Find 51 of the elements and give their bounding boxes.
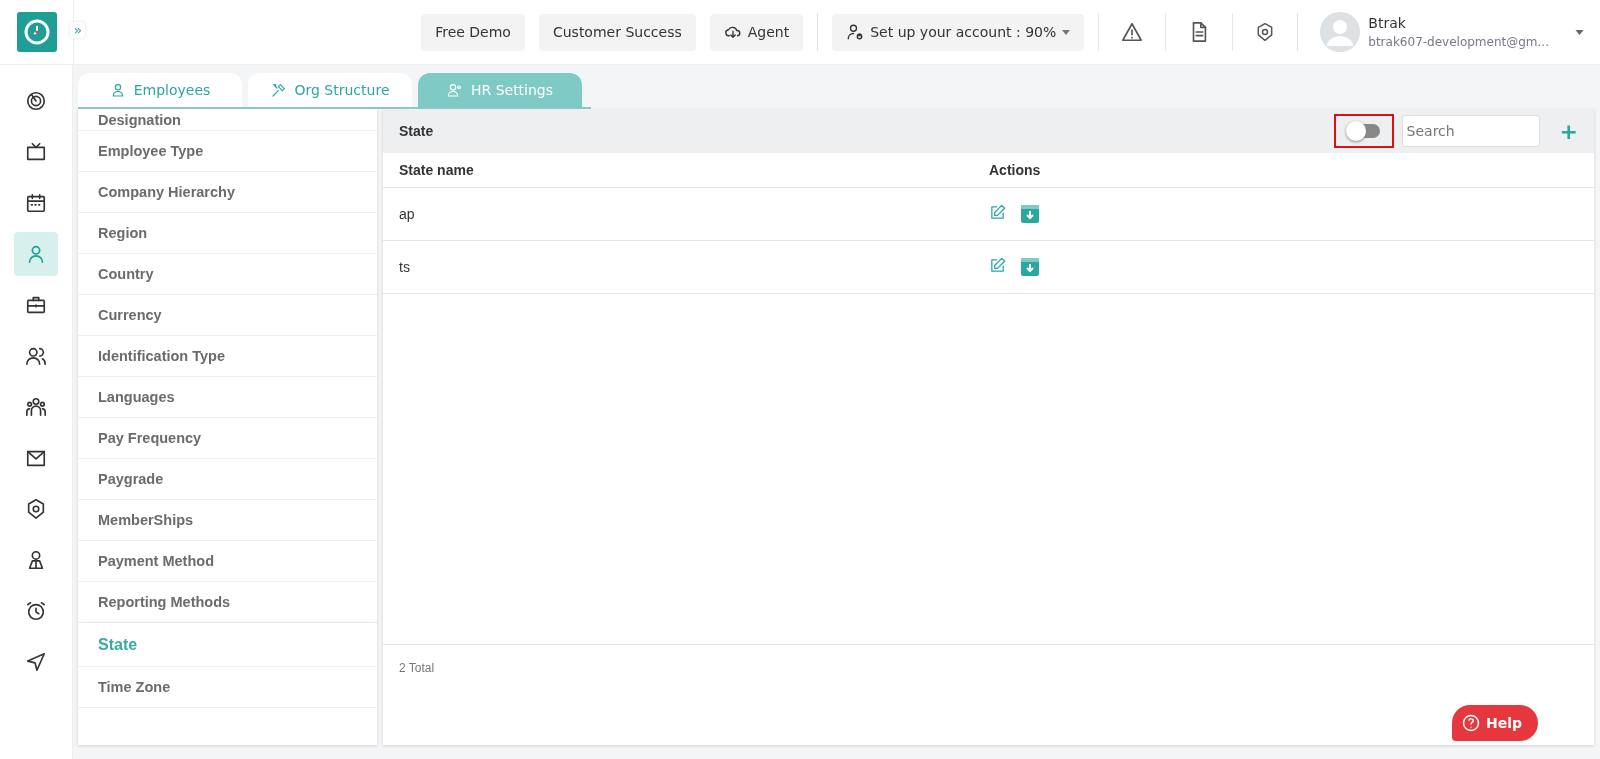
settings-item[interactable]: Designation xyxy=(78,109,377,131)
archive-icon[interactable] xyxy=(1020,257,1040,277)
user-name: Btrak xyxy=(1368,15,1407,31)
settings-item[interactable]: Reporting Methods xyxy=(78,582,377,623)
settings-item[interactable]: Employee Type xyxy=(78,131,377,172)
caret-icon[interactable] xyxy=(1575,29,1584,35)
settings-item[interactable]: Currency xyxy=(78,295,377,336)
column-header: Actions xyxy=(989,162,1041,178)
alarm-icon xyxy=(25,600,47,622)
target-icon xyxy=(25,90,47,112)
panel-title: State xyxy=(399,123,435,139)
caret-icon xyxy=(1062,29,1071,35)
header-button[interactable]: Set up your account : 90% xyxy=(832,13,1085,51)
team-icon xyxy=(25,396,47,418)
calendar-icon xyxy=(25,192,47,214)
expand-toggle[interactable]: » xyxy=(70,22,85,38)
briefcase-icon xyxy=(25,294,47,316)
tools-icon xyxy=(270,82,287,98)
users-icon xyxy=(25,345,47,367)
settings-item[interactable]: MemberShips xyxy=(78,500,377,541)
settings-item[interactable]: Country xyxy=(78,254,377,295)
tab[interactable]: Org Structure xyxy=(248,73,412,107)
archive-icon[interactable] xyxy=(1020,204,1040,224)
settings-item[interactable]: State xyxy=(78,623,377,667)
user-email: btrak607-development@gm... xyxy=(1368,35,1549,49)
header-button[interactable]: Free Demo xyxy=(421,13,525,51)
settings-item[interactable]: Payment Method xyxy=(78,541,377,582)
total-count: 2 Total xyxy=(399,661,435,675)
header-button[interactable]: Agent xyxy=(709,13,804,51)
settings-item[interactable]: Pay Frequency xyxy=(78,418,377,459)
help-button[interactable]: Help xyxy=(1451,705,1538,741)
table-cell-text: ap xyxy=(399,206,416,222)
settings-item[interactable]: Paygrade xyxy=(78,459,377,500)
tab[interactable]: Employees xyxy=(78,73,242,107)
user-gear-icon xyxy=(846,23,865,41)
help-icon xyxy=(1461,714,1480,732)
send-icon xyxy=(25,651,47,673)
settings-item[interactable]: Languages xyxy=(78,377,377,418)
archive-toggle[interactable] xyxy=(1347,124,1380,138)
users-gear-icon xyxy=(446,82,463,98)
app-logo[interactable] xyxy=(16,12,57,52)
column-header: State name xyxy=(399,162,475,178)
table-cell-text: ts xyxy=(399,259,411,275)
header-button[interactable]: Customer Success xyxy=(538,13,696,51)
settings-item[interactable]: Region xyxy=(78,213,377,254)
tv-icon xyxy=(25,141,47,163)
settings-item[interactable]: Identification Type xyxy=(78,336,377,377)
settings-item[interactable]: Company Hierarchy xyxy=(78,172,377,213)
settings-icon xyxy=(25,498,47,520)
search-field[interactable]: Search xyxy=(1401,115,1540,147)
settings-item[interactable]: Time Zone xyxy=(78,667,377,708)
